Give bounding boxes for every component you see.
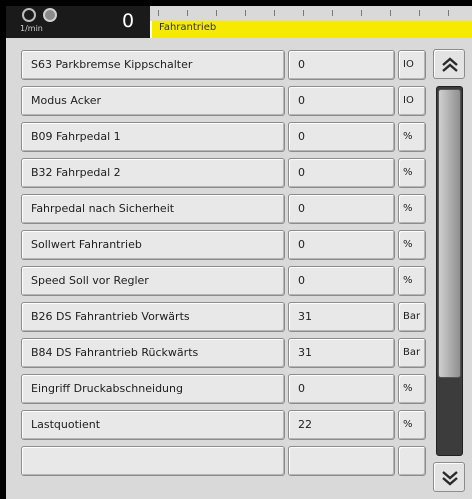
screen-frame: 1/min 0 Fahrantrieb S63 Parkbremse Kipps… — [6, 6, 472, 499]
parameter-label[interactable]: Sollwert Fahrantrieb — [21, 230, 285, 260]
parameter-label[interactable]: Lastquotient — [21, 410, 285, 440]
rpm-unit: 1/min — [20, 24, 43, 33]
parameter-label[interactable]: B32 Fahrpedal 2 — [21, 158, 285, 188]
parameter-value: 0 — [288, 122, 395, 152]
parameter-label[interactable]: S63 Parkbremse Kippschalter — [21, 50, 285, 80]
title-tick — [216, 10, 217, 16]
parameter-label[interactable]: Modus Acker — [21, 86, 285, 116]
parameter-value: 0 — [288, 86, 395, 116]
parameter-value: 0 — [288, 194, 395, 224]
title-tick — [245, 10, 246, 16]
parameter-label[interactable]: Fahrpedal nach Sicherheit — [21, 194, 285, 224]
rpm-panel: 1/min 0 — [6, 6, 150, 38]
parameter-value: 0 — [288, 266, 395, 296]
title-ticks — [154, 10, 472, 18]
title-tick — [158, 10, 159, 16]
double-chevron-down-icon — [442, 471, 458, 486]
title-tick — [419, 10, 420, 16]
parameter-unit: Bar — [398, 338, 426, 368]
parameter-value: 22 — [288, 410, 395, 440]
parameter-value: 0 — [288, 374, 395, 404]
rpm-value: 0 — [122, 10, 135, 32]
scroll-up-button[interactable] — [433, 49, 465, 79]
parameter-unit: % — [398, 266, 426, 296]
parameter-value: 31 — [288, 338, 395, 368]
parameter-label[interactable]: B84 DS Fahrantrieb Rückwärts — [21, 338, 285, 368]
double-chevron-up-icon — [442, 57, 458, 72]
title-tick — [332, 10, 333, 16]
parameter-value: 31 — [288, 302, 395, 332]
page-title: Fahrantrieb — [159, 22, 217, 33]
parameter-unit: % — [398, 410, 426, 440]
parameter-unit: % — [398, 122, 426, 152]
parameter-label[interactable]: Speed Soll vor Regler — [21, 266, 285, 296]
title-bar: Fahrantrieb — [150, 21, 472, 38]
parameter-label[interactable] — [21, 446, 285, 476]
scrollbar-thumb[interactable] — [438, 89, 461, 378]
parameter-value: 0 — [288, 158, 395, 188]
title-tick — [187, 10, 188, 16]
title-tick — [303, 10, 304, 16]
title-tick — [274, 10, 275, 16]
parameter-unit: IO — [398, 50, 426, 80]
parameter-value: 0 — [288, 50, 395, 80]
parameter-unit: % — [398, 230, 426, 260]
parameter-unit: % — [398, 374, 426, 404]
title-tick — [361, 10, 362, 16]
parameter-unit: % — [398, 194, 426, 224]
scrollbar-track[interactable] — [436, 86, 463, 456]
title-tick — [448, 10, 449, 16]
parameter-unit: IO — [398, 86, 426, 116]
indicator-circle-filled-icon — [43, 8, 57, 22]
indicator-circle-icon — [22, 8, 36, 22]
parameter-label[interactable]: Eingriff Druckabschneidung — [21, 374, 285, 404]
parameter-label[interactable]: B09 Fahrpedal 1 — [21, 122, 285, 152]
parameter-unit: % — [398, 158, 426, 188]
parameter-unit — [398, 446, 426, 476]
parameter-value — [288, 446, 395, 476]
parameter-value: 0 — [288, 230, 395, 260]
parameter-label[interactable]: B26 DS Fahrantrieb Vorwärts — [21, 302, 285, 332]
title-tick — [390, 10, 391, 16]
parameter-unit: Bar — [398, 302, 426, 332]
header: 1/min 0 Fahrantrieb — [6, 6, 472, 45]
scroll-down-button[interactable] — [433, 462, 465, 492]
